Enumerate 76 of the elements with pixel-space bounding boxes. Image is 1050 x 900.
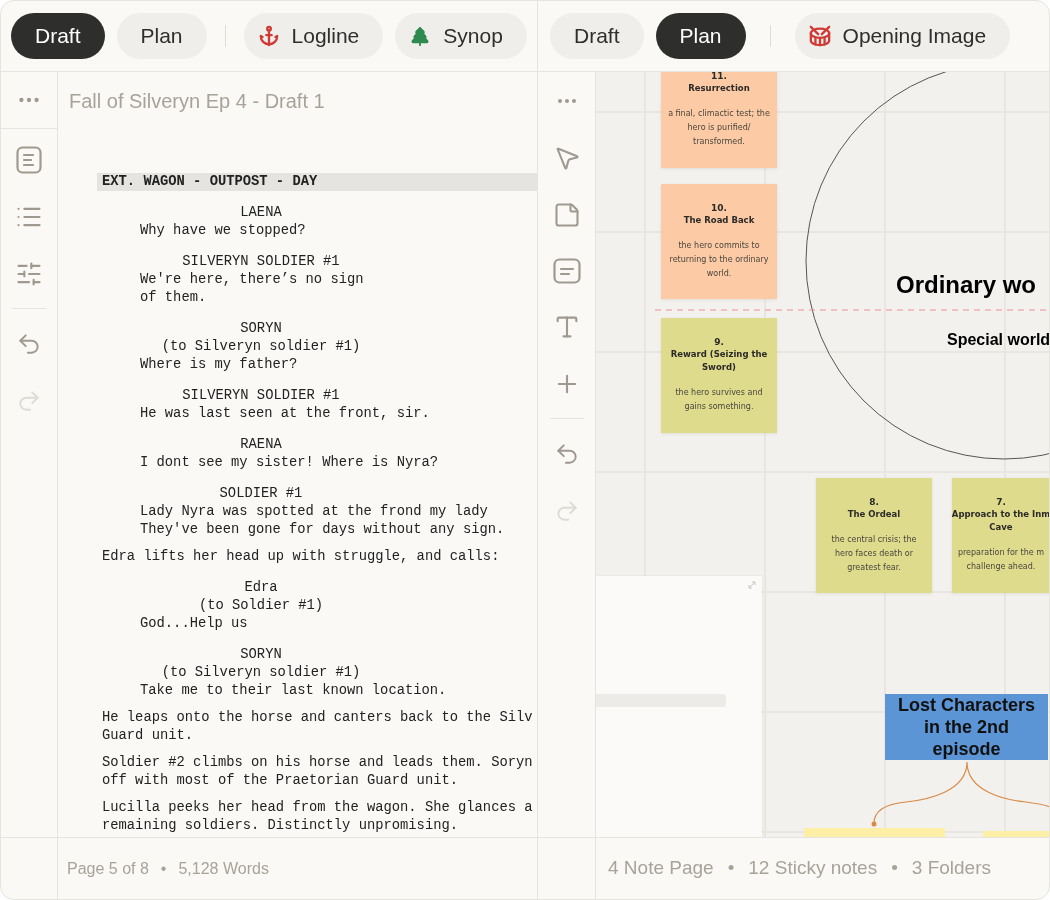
sticky-note[interactable]: 8. The Ordeal the central crisis; the hero faces death or greatest fear. bbox=[816, 478, 932, 593]
beat-chip[interactable]: Synop bbox=[395, 13, 527, 59]
sticky-note[interactable]: 10. The Road Back the hero commits to returning to the ordinary world. bbox=[661, 184, 777, 299]
dialogue-line: God...Help us bbox=[139, 615, 249, 633]
beat-title: Approach to the Inm Cave bbox=[951, 508, 1049, 534]
beat-description: the hero commits to returning to the ordinary world. bbox=[669, 240, 769, 280]
parenthetical: (to Silveryn soldier #1) bbox=[160, 664, 362, 682]
parenthetical: (to Silveryn soldier #1) bbox=[160, 338, 362, 356]
parenthetical: (to Soldier #1) bbox=[197, 597, 325, 615]
character-name: SILVERYN SOLDIER #1 bbox=[181, 253, 341, 271]
dialogue-line: Take me to their last known location. bbox=[139, 682, 448, 700]
beat-chip[interactable]: Opening Image bbox=[794, 13, 1011, 59]
beat-description: preparation for the m challenge ahead. bbox=[957, 547, 1045, 573]
beat-title: Reward (Seizing the Sword) bbox=[670, 348, 768, 374]
beat-number: 8. bbox=[869, 496, 879, 508]
beat-description: the hero survives and gains something. bbox=[675, 387, 763, 413]
dialogue-line: Why have we stopped? bbox=[139, 222, 307, 240]
character-name: SORYN bbox=[239, 646, 283, 664]
world-label: Ordinary wo bbox=[896, 270, 1037, 300]
character-name: SOLDIER #1 bbox=[218, 485, 304, 503]
sticky-note[interactable]: 11. Resurrection a final, climactic test; the hero is purified/ transformed. bbox=[661, 72, 777, 168]
dialogue-line: He was last seen at the front, sir. bbox=[139, 405, 431, 423]
character-name: RAENA bbox=[239, 436, 283, 454]
sticky-note-icon[interactable] bbox=[552, 201, 581, 229]
text-block-icon[interactable] bbox=[552, 258, 581, 284]
sliders-icon[interactable] bbox=[15, 260, 43, 288]
beat-description: the central crisis; the hero faces death or greatest fear. bbox=[831, 534, 917, 574]
beat-number: 7. bbox=[996, 496, 1006, 508]
beat-number: 10. bbox=[711, 202, 727, 214]
expand-icon[interactable] bbox=[748, 581, 756, 589]
character-name: Edra bbox=[243, 579, 279, 597]
action-line: Guard unit. bbox=[102, 727, 195, 745]
world-label: Special world bbox=[947, 330, 1049, 350]
action-line: Soldier #2 climbs on his horse and leads them. Soryn bbox=[102, 754, 534, 772]
action-line: remaining soldiers. Distinctly unpromising. bbox=[102, 817, 460, 835]
dialogue-line: Where is my father? bbox=[139, 356, 299, 374]
separator-dot: • bbox=[891, 856, 898, 881]
beat-chip[interactable]: Logline bbox=[243, 13, 384, 59]
beat-title: Resurrection bbox=[688, 82, 750, 95]
scene-heading: EXT. WAGON - OUTPOST - DAY bbox=[97, 173, 537, 191]
status-text: 4 Note Page bbox=[608, 856, 714, 881]
mode-tab[interactable]: Draft bbox=[550, 13, 644, 59]
mode-tab[interactable]: Draft bbox=[11, 13, 105, 59]
callout-box[interactable]: Lost Characters in the 2nd episode bbox=[885, 694, 1048, 760]
beat-title: The Ordeal bbox=[847, 508, 901, 521]
dialogue-line: They've been gone for days without any sign. bbox=[139, 521, 506, 539]
status-text: Page 5 of 8 bbox=[67, 858, 149, 879]
dialogue-line: We're here, there’s no sign bbox=[139, 271, 365, 289]
beat-description: a final, climactic test; the hero is purified/ transformed. bbox=[668, 108, 770, 148]
status-text: 5,128 Words bbox=[178, 858, 269, 879]
action-line: off with most of the Praetorian Guard unit. bbox=[102, 772, 460, 790]
separator-dot: • bbox=[160, 858, 167, 879]
connector-dot bbox=[871, 821, 877, 827]
beat-title: The Road Back bbox=[683, 214, 755, 227]
mode-tab[interactable]: Plan bbox=[116, 13, 207, 59]
action-line: Lucilla peeks her head from the wagon. She glances a bbox=[102, 799, 534, 817]
separator-dot: • bbox=[727, 856, 735, 881]
sticky-note[interactable]: 7. Approach to the Inm Cave preparation for the m challenge ahead. bbox=[952, 478, 1049, 593]
character-name: SORYN bbox=[239, 320, 283, 338]
beat-number: 9. bbox=[714, 336, 724, 348]
status-text: 12 Sticky notes bbox=[748, 856, 878, 881]
drum-icon bbox=[808, 25, 831, 47]
character-name: SILVERYN SOLDIER #1 bbox=[181, 387, 341, 405]
dialogue-line: I dont see my sister! Where is Nyra? bbox=[139, 454, 440, 472]
action-line: Edra lifts her head up with struggle, and calls: bbox=[102, 548, 501, 566]
beat-number: 11. bbox=[711, 72, 727, 82]
document-title: Fall of Silveryn Ep 4 - Draft 1 bbox=[69, 88, 325, 114]
mode-tab[interactable]: Plan bbox=[655, 13, 746, 59]
sticky-note[interactable]: 9. Reward (Seizing the Sword) the hero survives and gains something. bbox=[661, 318, 777, 433]
dialogue-line: Lady Nyra was spotted at the frond my lady bbox=[139, 503, 489, 521]
action-line: He leaps onto the horse and canters back to the Silv bbox=[102, 709, 534, 727]
document-icon[interactable] bbox=[16, 146, 42, 174]
dialogue-line: of them. bbox=[139, 289, 208, 307]
anchor-icon bbox=[257, 25, 280, 47]
character-name: LAENA bbox=[239, 204, 283, 222]
status-text: 3 Folders bbox=[911, 856, 991, 881]
